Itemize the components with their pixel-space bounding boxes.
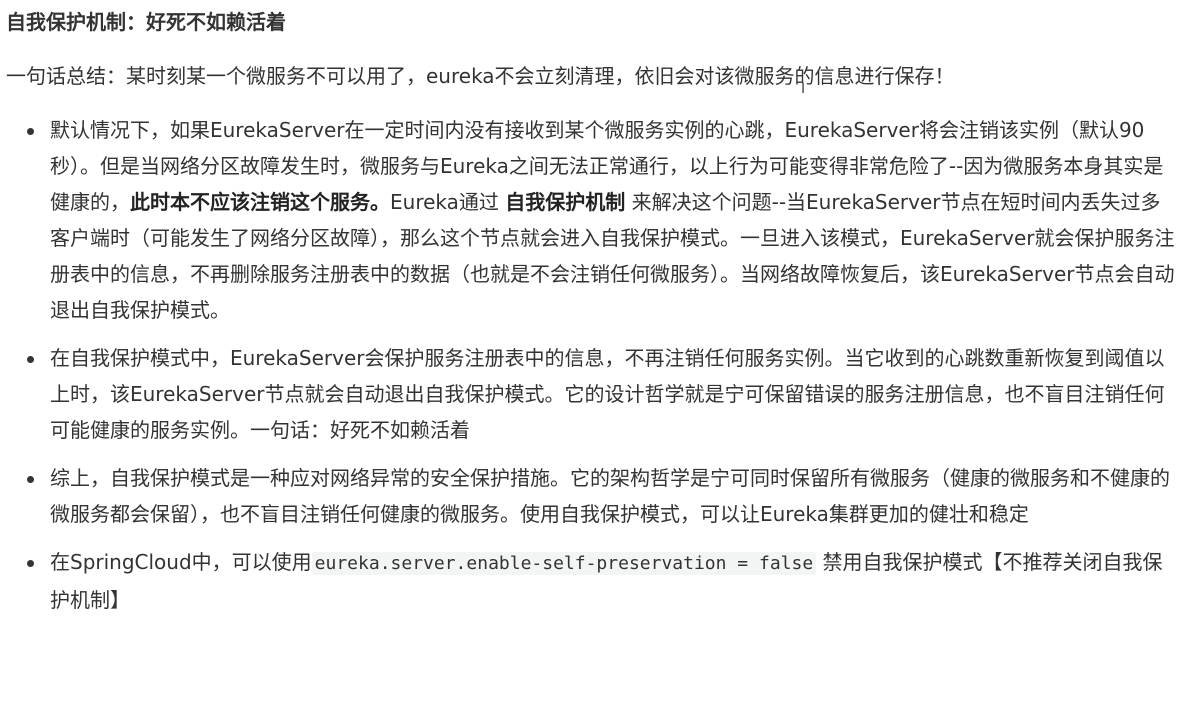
item-text: 在SpringCloud中，可以使用 (50, 550, 312, 574)
bullet-dot-icon (27, 560, 34, 567)
item-bold-text: 自我保护机制 (505, 190, 626, 214)
section-heading: 自我保护机制：好死不如赖活着 (6, 10, 286, 34)
list-item: 综上，自我保护模式是一种应对网络异常的安全保护措施。它的架构哲学是宁可同时保留所… (6, 460, 1176, 532)
item-text: 在自我保护模式中，EurekaServer会保护服务注册表中的信息，不再注销任何… (50, 346, 1165, 442)
item-text: Eureka通过 (390, 190, 506, 214)
text-cursor-icon: Ⅰ (801, 81, 806, 97)
bullet-dot-icon (27, 356, 34, 363)
item-bold-text: 此时本不应该注销这个服务。 (130, 190, 390, 214)
bullet-list: 默认情况下，如果EurekaServer在一定时间内没有接收到某个微服务实例的心… (6, 112, 1176, 630)
list-item: 默认情况下，如果EurekaServer在一定时间内没有接收到某个微服务实例的心… (6, 112, 1176, 328)
summary-paragraph: 一句话总结：某时刻某一个微服务不可以用了，eureka不会立刻清理，依旧会对该微… (6, 64, 955, 88)
inline-code: eureka.server.enable-self-preservation =… (311, 552, 817, 575)
list-item: 在SpringCloud中，可以使用 eureka.server.enable-s… (6, 544, 1176, 618)
bullet-dot-icon (27, 128, 34, 135)
list-item: 在自我保护模式中，EurekaServer会保护服务注册表中的信息，不再注销任何… (6, 340, 1176, 448)
document: 自我保护机制：好死不如赖活着 一句话总结：某时刻某一个微服务不可以用了，eure… (0, 0, 1186, 714)
bullet-dot-icon (27, 476, 34, 483)
item-text: 综上，自我保护模式是一种应对网络异常的安全保护措施。它的架构哲学是宁可同时保留所… (50, 466, 1170, 526)
